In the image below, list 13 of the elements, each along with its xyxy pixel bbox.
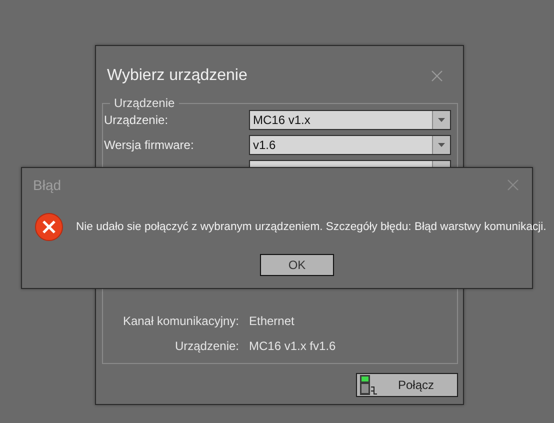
group-title: Urządzenie xyxy=(113,96,176,110)
info-label: Kanał komunikacyjny: xyxy=(122,314,239,328)
window-title: Wybierz urządzenie xyxy=(107,67,248,85)
dropdown-field[interactable]: v1.6 xyxy=(249,135,451,155)
ok-button[interactable]: OK xyxy=(260,254,334,276)
error-message: Nie udało sie połączyć z wybranym urządzeniem. Szczegóły błędu: Błąd warstwy komunikacji. xyxy=(76,221,546,233)
field-label: Wersja firmware: xyxy=(104,138,195,152)
dropdown-field[interactable]: MC16 v1.x xyxy=(249,110,451,130)
info-value: Ethernet xyxy=(249,314,296,328)
connect-button[interactable]: Połącz xyxy=(356,373,458,397)
info-label: Urządzenie: xyxy=(174,339,239,353)
info-value: MC16 v1.x fv1.6 xyxy=(249,339,337,353)
field-label: Urządzenie: xyxy=(104,113,170,127)
